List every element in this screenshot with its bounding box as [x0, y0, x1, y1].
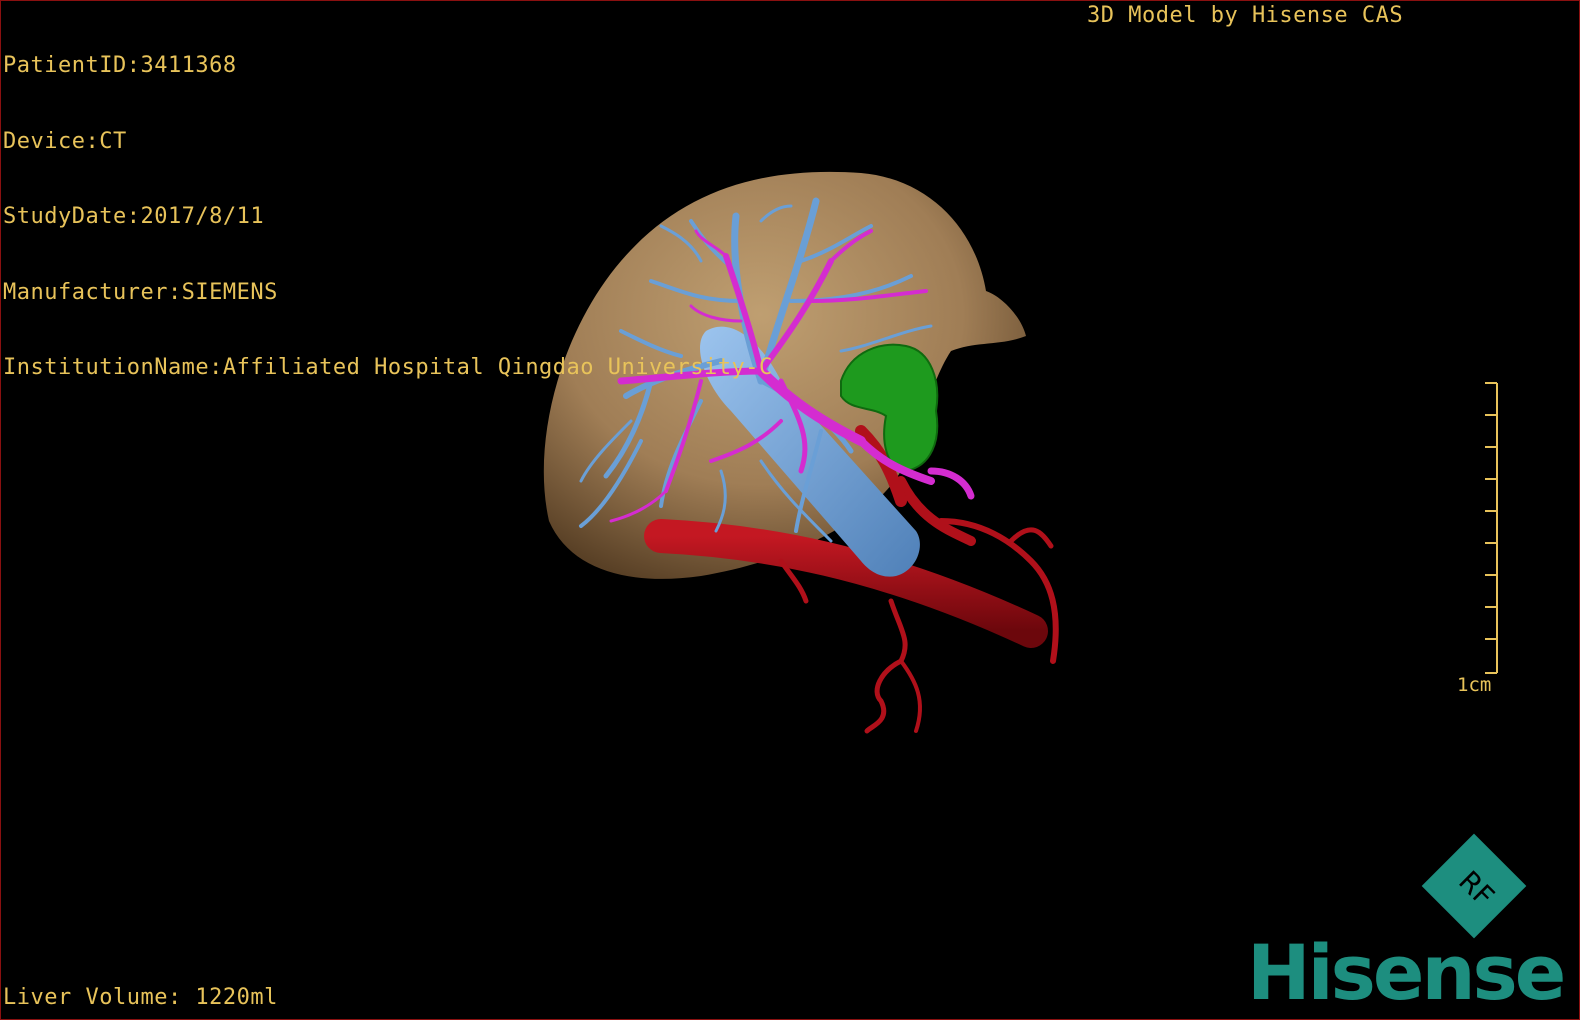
patient-info-overlay: PatientID:3411368 Device:CT StudyDate:20… — [3, 3, 773, 431]
study-date: StudyDate:2017/8/11 — [3, 204, 265, 229]
institution-name: InstitutionName:Affiliated Hospital Qing… — [3, 355, 773, 380]
patient-id: PatientID:3411368 — [3, 53, 237, 78]
model-title: 3D Model by Hisense CAS — [1087, 3, 1404, 28]
liver-volume: Liver Volume: 1220ml — [3, 985, 278, 1010]
device: Device:CT — [3, 128, 127, 154]
manufacturer: Manufacturer:SIEMENS — [3, 279, 278, 305]
viewport-3d[interactable]: PatientID:3411368 Device:CT StudyDate:20… — [0, 0, 1580, 1020]
scale-bar-label: 1cm — [1457, 674, 1492, 696]
hisense-logo: Hisense — [1247, 928, 1566, 1017]
scale-bar — [1485, 382, 1498, 674]
